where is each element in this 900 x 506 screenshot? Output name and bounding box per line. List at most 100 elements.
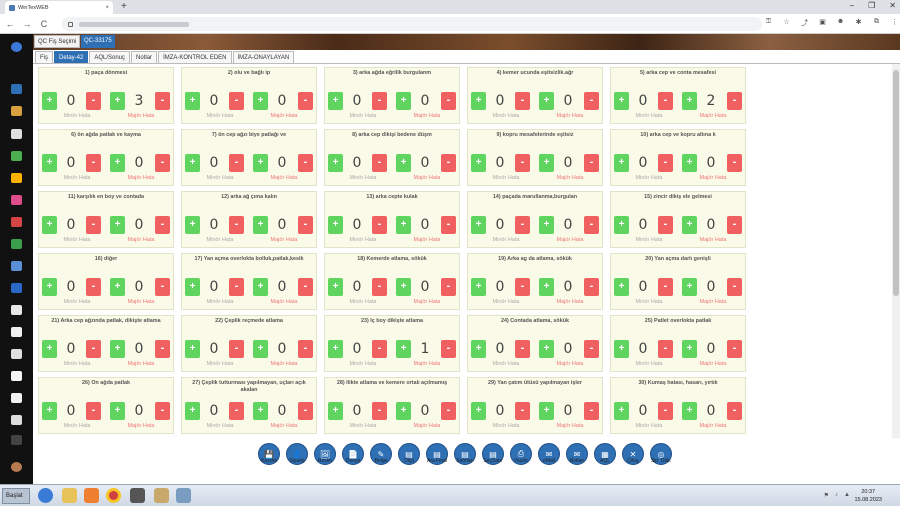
- major-decrement-button[interactable]: -: [441, 92, 456, 110]
- major-increment-button[interactable]: +: [539, 216, 554, 234]
- major-decrement-button[interactable]: -: [727, 154, 742, 172]
- toolbar-button[interactable]: 📄 Dosya: [341, 443, 365, 477]
- major-decrement-button[interactable]: -: [727, 216, 742, 234]
- minor-decrement-button[interactable]: -: [86, 402, 101, 420]
- ie-icon[interactable]: [38, 488, 53, 503]
- sidebar-app-icon[interactable]: [11, 151, 22, 161]
- major-decrement-button[interactable]: -: [584, 402, 599, 420]
- minor-decrement-button[interactable]: -: [658, 216, 673, 234]
- minor-decrement-button[interactable]: -: [658, 402, 673, 420]
- minor-decrement-button[interactable]: -: [372, 278, 387, 296]
- minor-increment-button[interactable]: +: [328, 216, 343, 234]
- browser-tab[interactable]: WinTexWEB ×: [5, 1, 113, 14]
- subtab-detay[interactable]: Detay-42: [54, 51, 89, 63]
- major-decrement-button[interactable]: -: [155, 340, 170, 358]
- major-decrement-button[interactable]: -: [584, 154, 599, 172]
- toolbar-button[interactable]: ✉ Notları: [565, 443, 589, 477]
- major-increment-button[interactable]: +: [110, 92, 125, 110]
- sidebar-app-icon[interactable]: [11, 283, 22, 293]
- minor-increment-button[interactable]: +: [471, 340, 486, 358]
- minor-decrement-button[interactable]: -: [658, 154, 673, 172]
- major-decrement-button[interactable]: -: [155, 154, 170, 172]
- subtab-imza-kontrol[interactable]: İMZA-KONTROL EDEN: [158, 51, 232, 63]
- minor-decrement-button[interactable]: -: [515, 216, 530, 234]
- major-increment-button[interactable]: +: [539, 278, 554, 296]
- remote-app-icon[interactable]: [130, 488, 145, 503]
- minor-decrement-button[interactable]: -: [229, 154, 244, 172]
- major-decrement-button[interactable]: -: [584, 340, 599, 358]
- major-increment-button[interactable]: +: [682, 340, 697, 358]
- minor-decrement-button[interactable]: -: [229, 92, 244, 110]
- minor-decrement-button[interactable]: -: [86, 278, 101, 296]
- major-decrement-button[interactable]: -: [441, 216, 456, 234]
- sidepanel-icon[interactable]: ⧉: [872, 18, 881, 28]
- minor-decrement-button[interactable]: -: [86, 154, 101, 172]
- major-increment-button[interactable]: +: [682, 92, 697, 110]
- sidebar-app-icon[interactable]: [11, 415, 22, 425]
- minor-increment-button[interactable]: +: [614, 154, 629, 172]
- major-decrement-button[interactable]: -: [298, 402, 313, 420]
- major-decrement-button[interactable]: -: [584, 92, 599, 110]
- sidebar-app-icon[interactable]: [11, 173, 22, 183]
- minor-increment-button[interactable]: +: [328, 154, 343, 172]
- toolbar-button[interactable]: ✎ Belge: [369, 443, 393, 477]
- minor-increment-button[interactable]: +: [42, 216, 57, 234]
- minor-increment-button[interactable]: +: [185, 216, 200, 234]
- minimize-button[interactable]: –: [850, 1, 854, 10]
- toolbar-button[interactable]: ▤ Satırları: [453, 443, 477, 477]
- major-increment-button[interactable]: +: [253, 216, 268, 234]
- minor-increment-button[interactable]: +: [42, 154, 57, 172]
- toolbar-button[interactable]: ▦ AQL: [593, 443, 617, 477]
- major-increment-button[interactable]: +: [396, 216, 411, 234]
- major-increment-button[interactable]: +: [539, 340, 554, 358]
- address-bar[interactable]: [62, 17, 762, 31]
- major-increment-button[interactable]: +: [396, 92, 411, 110]
- toolbar-button[interactable]: ✕ Çıkış: [621, 443, 645, 477]
- app-icon[interactable]: [154, 488, 169, 503]
- major-increment-button[interactable]: +: [396, 340, 411, 358]
- major-decrement-button[interactable]: -: [155, 92, 170, 110]
- major-increment-button[interactable]: +: [396, 278, 411, 296]
- back-button[interactable]: ←: [3, 19, 17, 29]
- minor-increment-button[interactable]: +: [471, 154, 486, 172]
- minor-increment-button[interactable]: +: [614, 92, 629, 110]
- tab-qc-code[interactable]: QC-33175: [81, 35, 115, 48]
- major-increment-button[interactable]: +: [396, 402, 411, 420]
- folder-icon[interactable]: [62, 488, 77, 503]
- major-decrement-button[interactable]: -: [727, 278, 742, 296]
- sidebar-app-icon[interactable]: [11, 195, 22, 205]
- sidebar-app-icon[interactable]: [11, 217, 22, 227]
- volume-icon[interactable]: ♪: [835, 492, 838, 499]
- major-decrement-button[interactable]: -: [298, 92, 313, 110]
- minor-increment-button[interactable]: +: [185, 340, 200, 358]
- minor-decrement-button[interactable]: -: [229, 216, 244, 234]
- menu-icon[interactable]: ⋮: [890, 18, 899, 28]
- major-increment-button[interactable]: +: [253, 340, 268, 358]
- toolbar-button[interactable]: ▤ Ölçü: [397, 443, 421, 477]
- minor-decrement-button[interactable]: -: [372, 402, 387, 420]
- major-increment-button[interactable]: +: [110, 340, 125, 358]
- bookmark-star-icon[interactable]: ☆: [782, 18, 791, 28]
- major-increment-button[interactable]: +: [682, 154, 697, 172]
- reload-button[interactable]: C: [37, 19, 51, 29]
- major-increment-button[interactable]: +: [110, 216, 125, 234]
- toolbar-button[interactable]: 👤 Sipariş: [285, 443, 309, 477]
- sidebar-app-icon[interactable]: [11, 393, 22, 403]
- minor-increment-button[interactable]: +: [185, 154, 200, 172]
- sidebar-app-icon[interactable]: [11, 84, 22, 94]
- tray-expand-icon[interactable]: ▲: [844, 492, 850, 499]
- major-decrement-button[interactable]: -: [298, 154, 313, 172]
- minor-increment-button[interactable]: +: [328, 278, 343, 296]
- major-increment-button[interactable]: +: [682, 402, 697, 420]
- minor-increment-button[interactable]: +: [614, 402, 629, 420]
- major-decrement-button[interactable]: -: [584, 278, 599, 296]
- toolbar-button[interactable]: ▤ SeçSatır: [481, 443, 505, 477]
- sidebar-app-icon[interactable]: [11, 106, 22, 116]
- minor-decrement-button[interactable]: -: [372, 216, 387, 234]
- minor-increment-button[interactable]: +: [42, 92, 57, 110]
- minor-increment-button[interactable]: +: [42, 278, 57, 296]
- major-decrement-button[interactable]: -: [727, 92, 742, 110]
- toolbar-button[interactable]: ▤ Ara Final: [425, 443, 449, 477]
- flag-icon[interactable]: ⚑: [824, 492, 829, 499]
- toolbar-button[interactable]: ⎙ Yazdır: [509, 443, 533, 477]
